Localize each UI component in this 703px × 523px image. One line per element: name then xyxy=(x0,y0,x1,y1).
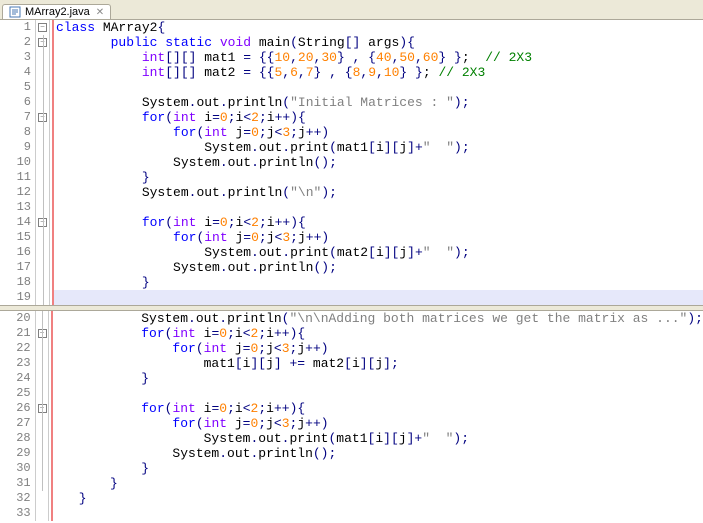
code-line: } xyxy=(53,461,703,476)
code-line: System.out.print(mat1[i][j]+" "); xyxy=(53,431,703,446)
editor-pane-bottom[interactable]: 2021222324252627282930313233 − − System.… xyxy=(0,311,703,521)
code-line: System.out.print(mat1[i][j]+" "); xyxy=(54,140,703,155)
line-number-gutter: 2021222324252627282930313233 xyxy=(0,311,36,521)
code-line: for(int i=0;i<2;i++){ xyxy=(53,326,703,341)
code-line: System.out.println(); xyxy=(54,260,703,275)
code-line-highlighted xyxy=(54,290,703,305)
code-area[interactable]: class MArray2{ public static void main(S… xyxy=(54,20,703,305)
code-line: for(int i=0;i<2;i++){ xyxy=(53,401,703,416)
tab-bar: MArray2.java ✕ xyxy=(0,0,703,20)
code-line: System.out.println("Initial Matrices : "… xyxy=(54,95,703,110)
code-line: System.out.println(); xyxy=(54,155,703,170)
fold-column: − − − − xyxy=(36,20,50,305)
code-line xyxy=(54,80,703,95)
code-line: for(int j=0;j<3;j++) xyxy=(54,125,703,140)
editor-pane-top[interactable]: 12345678910111213141516171819 − − − − cl… xyxy=(0,20,703,305)
code-line: System.out.println("\n"); xyxy=(54,185,703,200)
code-line: class MArray2{ xyxy=(54,20,703,35)
tab-filename: MArray2.java xyxy=(25,6,90,18)
code-line: } xyxy=(53,491,703,506)
close-icon[interactable]: ✕ xyxy=(96,7,104,18)
code-line: int[][] mat2 = {{5,6,7} , {8,9,10} }; //… xyxy=(54,65,703,80)
code-line: for(int i=0;i<2;i++){ xyxy=(54,110,703,125)
file-tab[interactable]: MArray2.java ✕ xyxy=(2,4,111,19)
code-line: System.out.print(mat2[i][j]+" "); xyxy=(54,245,703,260)
code-line: for(int i=0;i<2;i++){ xyxy=(54,215,703,230)
fold-toggle-icon[interactable]: − xyxy=(38,23,47,32)
fold-column: − − xyxy=(36,311,50,521)
code-line: } xyxy=(53,371,703,386)
code-line: for(int j=0;j<3;j++) xyxy=(54,230,703,245)
java-file-icon xyxy=(9,6,21,18)
code-line xyxy=(53,386,703,401)
code-line: for(int j=0;j<3;j++) xyxy=(53,341,703,356)
code-area[interactable]: System.out.println("\n\nAdding both matr… xyxy=(53,311,703,521)
code-line: } xyxy=(54,170,703,185)
code-line: for(int j=0;j<3;j++) xyxy=(53,416,703,431)
code-line: public static void main(String[] args){ xyxy=(54,35,703,50)
code-line: } xyxy=(53,476,703,491)
code-line xyxy=(54,200,703,215)
code-line: System.out.println(); xyxy=(53,446,703,461)
code-line xyxy=(53,506,703,521)
code-line: System.out.println("\n\nAdding both matr… xyxy=(53,311,703,326)
code-line: int[][] mat1 = {{10,20,30} , {40,50,60} … xyxy=(54,50,703,65)
code-line: mat1[i][j] += mat2[i][j]; xyxy=(53,356,703,371)
line-number-gutter: 12345678910111213141516171819 xyxy=(0,20,36,305)
code-line: } xyxy=(54,275,703,290)
